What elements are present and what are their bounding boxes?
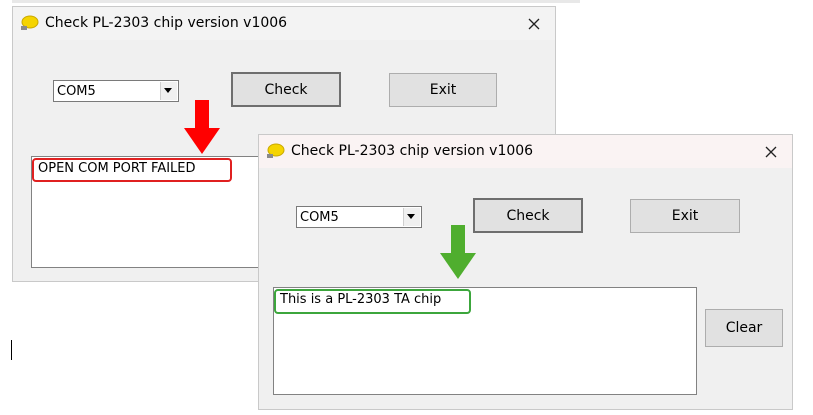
green-down-arrow-icon <box>440 225 476 279</box>
app-icon <box>267 143 285 158</box>
close-icon[interactable] <box>523 13 545 35</box>
com-port-select[interactable]: COM5 <box>53 80 179 102</box>
error-message: OPEN COM PORT FAILED <box>32 158 232 182</box>
com-port-value: COM5 <box>300 210 339 225</box>
red-down-arrow-icon <box>184 100 220 154</box>
chevron-down-icon <box>164 88 172 93</box>
title-bar[interactable]: Check PL-2303 chip version v1006 <box>13 7 555 40</box>
window-title: Check PL-2303 chip version v1006 <box>45 15 288 31</box>
window-title: Check PL-2303 chip version v1006 <box>291 143 534 159</box>
text-cursor <box>11 340 12 360</box>
exit-button[interactable]: Exit <box>389 73 497 107</box>
check-button[interactable]: Check <box>231 72 341 107</box>
exit-button[interactable]: Exit <box>630 199 740 233</box>
check-button[interactable]: Check <box>473 198 583 233</box>
dropdown-button[interactable] <box>403 208 420 226</box>
com-port-value: COM5 <box>57 84 96 99</box>
com-port-select[interactable]: COM5 <box>296 206 422 228</box>
background-divider <box>12 0 580 3</box>
output-textbox[interactable]: This is a PL-2303 TA chip <box>273 287 697 395</box>
chevron-down-icon <box>407 214 415 219</box>
app-icon <box>21 15 39 30</box>
result-message: This is a PL-2303 TA chip <box>274 289 471 314</box>
title-bar[interactable]: Check PL-2303 chip version v1006 <box>259 135 792 168</box>
dialog-window-success: Check PL-2303 chip version v1006 COM5 Ch… <box>258 134 793 410</box>
clear-button[interactable]: Clear <box>705 309 783 347</box>
close-icon[interactable] <box>760 141 782 163</box>
dropdown-button[interactable] <box>160 82 177 100</box>
